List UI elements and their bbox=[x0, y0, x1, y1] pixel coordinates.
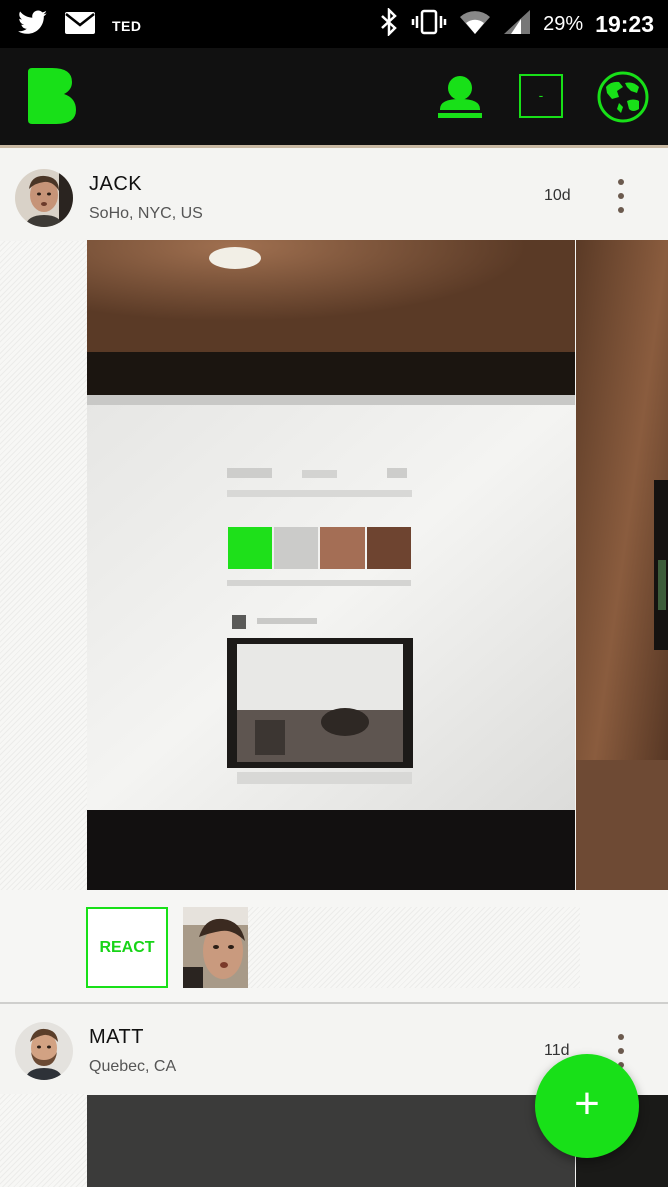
post-location: SoHo, NYC, US bbox=[89, 205, 203, 222]
wifi-icon bbox=[459, 9, 491, 40]
hatch-background bbox=[0, 241, 87, 890]
app-bar: - bbox=[0, 48, 668, 148]
photo-image-next bbox=[576, 240, 668, 890]
post-author-name[interactable]: JACK bbox=[89, 173, 142, 196]
status-bar-right: 29% 19:23 bbox=[379, 6, 654, 41]
bluetooth-icon bbox=[379, 6, 399, 41]
photo-image bbox=[87, 240, 575, 890]
post-location: Quebec, CA bbox=[89, 1058, 177, 1075]
vibrate-icon bbox=[411, 8, 447, 41]
clock: 19:23 bbox=[595, 11, 654, 37]
post-photo[interactable] bbox=[87, 1095, 575, 1187]
post-photo-next[interactable] bbox=[576, 240, 668, 890]
avatar[interactable] bbox=[15, 1022, 73, 1080]
add-post-button[interactable]: + bbox=[535, 1054, 639, 1158]
mail-icon bbox=[64, 11, 96, 40]
tag-row-hatch bbox=[248, 907, 580, 988]
tag-thumbnail[interactable] bbox=[183, 907, 248, 988]
post-age: 10d bbox=[544, 187, 571, 204]
more-options-icon[interactable] bbox=[614, 179, 628, 213]
battery-percent: 29% bbox=[543, 13, 584, 35]
hatch-background bbox=[0, 1094, 87, 1187]
cell-signal-icon bbox=[503, 9, 531, 40]
ted-app-label: TED bbox=[112, 17, 142, 34]
post-photo[interactable] bbox=[87, 240, 575, 890]
status-bar: TED 29% 19:23 bbox=[0, 0, 668, 48]
twitter-icon bbox=[18, 10, 48, 41]
post-author-name[interactable]: MATT bbox=[89, 1026, 144, 1049]
status-bar-left: TED bbox=[18, 10, 142, 41]
tag-react[interactable]: REACT bbox=[86, 907, 168, 988]
avatar[interactable] bbox=[15, 169, 73, 227]
b-logo-icon[interactable] bbox=[28, 68, 76, 129]
square-button[interactable]: - bbox=[519, 74, 563, 118]
profile-icon[interactable] bbox=[436, 73, 484, 124]
globe-icon[interactable] bbox=[597, 71, 649, 128]
post-header: JACK SoHo, NYC, US 10d bbox=[0, 151, 668, 241]
